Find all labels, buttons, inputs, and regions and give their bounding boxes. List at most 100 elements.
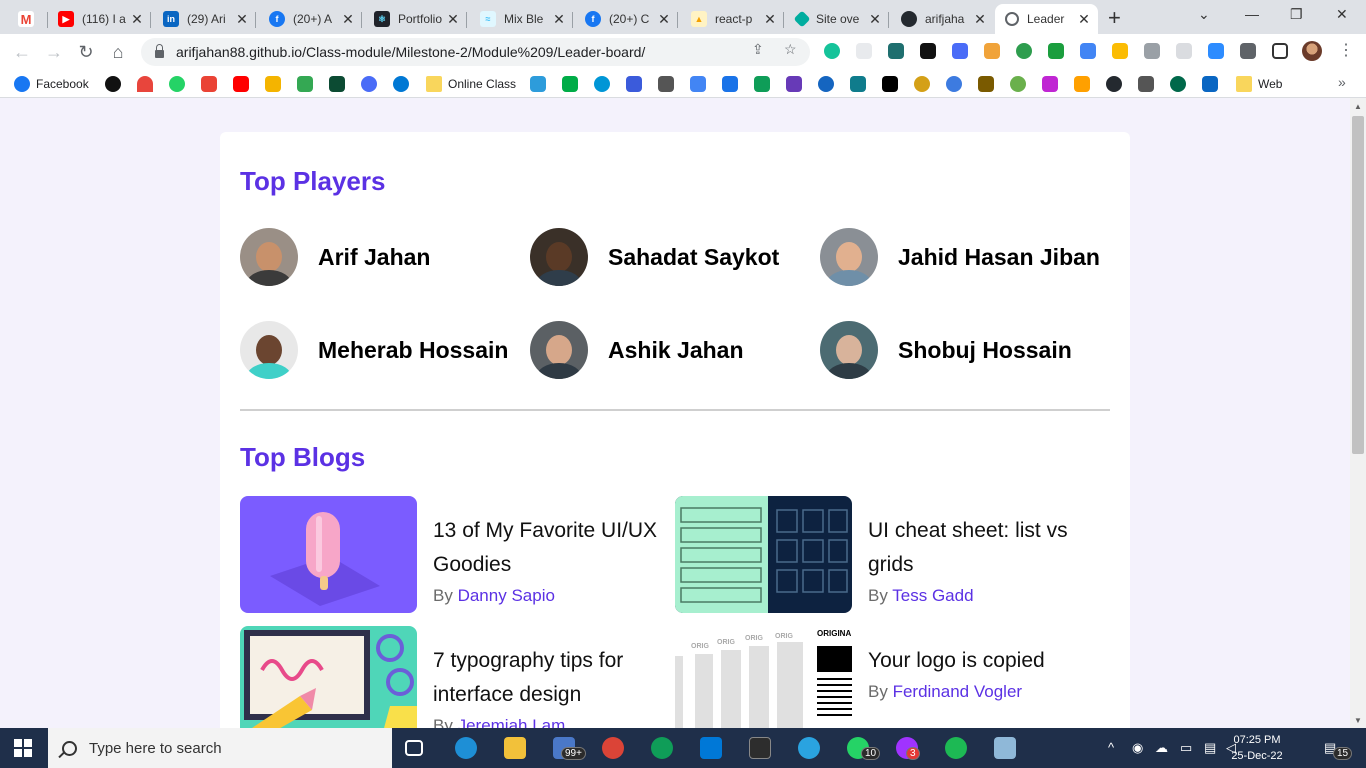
gmail-icon[interactable] [201,76,217,92]
edge-icon[interactable] [455,737,477,759]
django-icon[interactable] [329,76,345,92]
blog-author-link[interactable]: Jeremiah Lam [458,716,566,728]
scroll-thumb[interactable] [1352,116,1364,454]
close-icon[interactable]: ✕ [1076,11,1092,28]
player-card[interactable]: Meherab Hossain [240,321,508,379]
scroll-down-arrow-icon[interactable]: ▼ [1354,716,1362,725]
tab-mix-blend[interactable]: ≈ Mix Ble ✕ [470,4,573,34]
bookmark-icon[interactable] [850,76,866,92]
google-calendar-icon[interactable] [722,76,738,92]
linkedin-icon[interactable] [1202,76,1218,92]
app-icon[interactable] [994,737,1016,759]
tab-firebase[interactable]: ▲ react-p ✕ [681,4,784,34]
close-icon[interactable]: ✕ [445,11,461,28]
bookmark-icon[interactable] [914,76,930,92]
blog-card[interactable]: 7 typography tips for interface design B… [240,626,670,728]
side-panel-icon[interactable] [1272,43,1288,59]
restore-button[interactable]: ❐ [1290,6,1303,23]
terminal-icon[interactable] [749,737,771,759]
player-card[interactable]: Ashik Jahan [530,321,744,379]
home-button[interactable]: ⌂ [106,40,130,64]
close-window-button[interactable]: ✕ [1336,6,1348,23]
camera-icon[interactable] [1144,43,1160,59]
tab-portfolio[interactable]: ⚛ Portfolio ✕ [364,4,467,34]
bookmark-icon[interactable] [626,76,642,92]
player-card[interactable]: Sahadat Saykot [530,228,779,286]
new-tab-button[interactable]: + [1108,5,1121,31]
blog-card[interactable]: ORIG ORIG ORIG ORIG ORIGINA Your logo is c… [675,626,1105,728]
google-docs-icon[interactable] [690,76,706,92]
close-icon[interactable]: ✕ [656,11,672,28]
minimize-button[interactable]: — [1245,6,1259,22]
task-view-icon[interactable] [405,740,423,756]
tab-github[interactable]: arifjaha ✕ [891,4,994,34]
blog-card[interactable]: UI cheat sheet: list vs grids By Tess Ga… [675,496,1105,614]
bookmark-icon[interactable] [946,76,962,92]
onedrive-icon[interactable]: ☁ [1155,740,1168,756]
extension-icon[interactable] [888,43,904,59]
close-icon[interactable]: ✕ [762,11,778,28]
share-icon[interactable]: ⇪ [752,41,764,58]
player-card[interactable]: Jahid Hasan Jiban [820,228,1100,286]
tab-search-icon[interactable]: ⌄ [1198,6,1210,23]
tab-youtube[interactable]: ▶ (116) I a ✕ [48,4,151,34]
zoom-icon[interactable] [1208,43,1224,59]
windows-start-icon[interactable] [14,739,32,757]
player-card[interactable]: Arif Jahan [240,228,430,286]
bookmark-icon[interactable] [1010,76,1026,92]
chrome-icon[interactable] [602,737,624,759]
bookmark-web[interactable]: Web [1236,76,1282,92]
show-hidden-icons-icon[interactable]: ^ [1108,740,1114,755]
system-clock[interactable]: 07:25 PM 25-Dec-22 [1224,732,1290,764]
whatsapp-icon[interactable] [169,76,185,92]
spotify-icon[interactable] [945,737,967,759]
close-icon[interactable]: ✕ [234,11,250,28]
telegram-icon[interactable] [798,737,820,759]
tab-leader-board[interactable]: Leader ✕ [995,4,1098,34]
vscode-icon[interactable] [700,737,722,759]
tab-facebook-2[interactable]: f (20+) C ✕ [575,4,678,34]
bookmark-online-class[interactable]: Online Class [426,76,516,92]
bookmark-icon[interactable] [818,76,834,92]
extension-icon[interactable] [920,43,936,59]
onedrive-icon[interactable] [393,76,409,92]
bookmark-star-icon[interactable]: ☆ [784,41,797,58]
bookmark-icon[interactable] [1138,76,1154,92]
google-classroom-icon[interactable] [265,76,281,92]
bookmark-icon[interactable] [361,76,377,92]
bookmark-facebook[interactable]: Facebook [14,76,89,92]
reload-button[interactable]: ↻ [74,40,98,64]
hp-icon[interactable] [594,76,610,92]
tab-gmail[interactable]: M [8,4,48,34]
close-icon[interactable]: ✕ [129,11,145,28]
back-button[interactable]: ← [10,40,34,64]
forward-button[interactable]: → [42,40,66,64]
mongodb-icon[interactable] [1170,76,1186,92]
page-scrollbar[interactable]: ▲ ▼ [1350,98,1366,728]
blog-card[interactable]: 13 of My Favorite UI/UX Goodies By Danny… [240,496,670,614]
grammarly-icon[interactable] [824,43,840,59]
tab-linkedin[interactable]: in (29) Ari ✕ [153,4,256,34]
tab-netlify[interactable]: Site ove ✕ [786,4,889,34]
taskbar-search-box[interactable]: Type here to search [48,728,392,768]
extension-icon[interactable] [1176,43,1192,59]
file-explorer-icon[interactable] [504,737,526,759]
close-icon[interactable]: ✕ [340,11,356,28]
google-meet-icon[interactable] [562,76,578,92]
firebase-icon[interactable] [1074,76,1090,92]
more-bookmarks-icon[interactable]: » [1338,74,1346,90]
bookmark-icon[interactable] [978,76,994,92]
bookmark-icon[interactable] [1042,76,1058,92]
extension-icon[interactable] [1016,43,1032,59]
bookmark-icon[interactable] [105,76,121,92]
close-icon[interactable]: ✕ [972,11,988,28]
google-sheets-icon[interactable] [754,76,770,92]
network-icon[interactable]: ▤ [1204,740,1216,756]
meet-now-icon[interactable]: ◉ [1132,740,1143,756]
translate-icon[interactable] [1080,43,1096,59]
blog-author-link[interactable]: Ferdinand Vogler [893,682,1022,701]
blog-title[interactable]: UI cheat sheet: list vs grids [868,514,1108,582]
blog-title[interactable]: 7 typography tips for interface design [433,644,673,712]
bookmark-icon[interactable] [530,76,546,92]
google-forms-icon[interactable] [786,76,802,92]
